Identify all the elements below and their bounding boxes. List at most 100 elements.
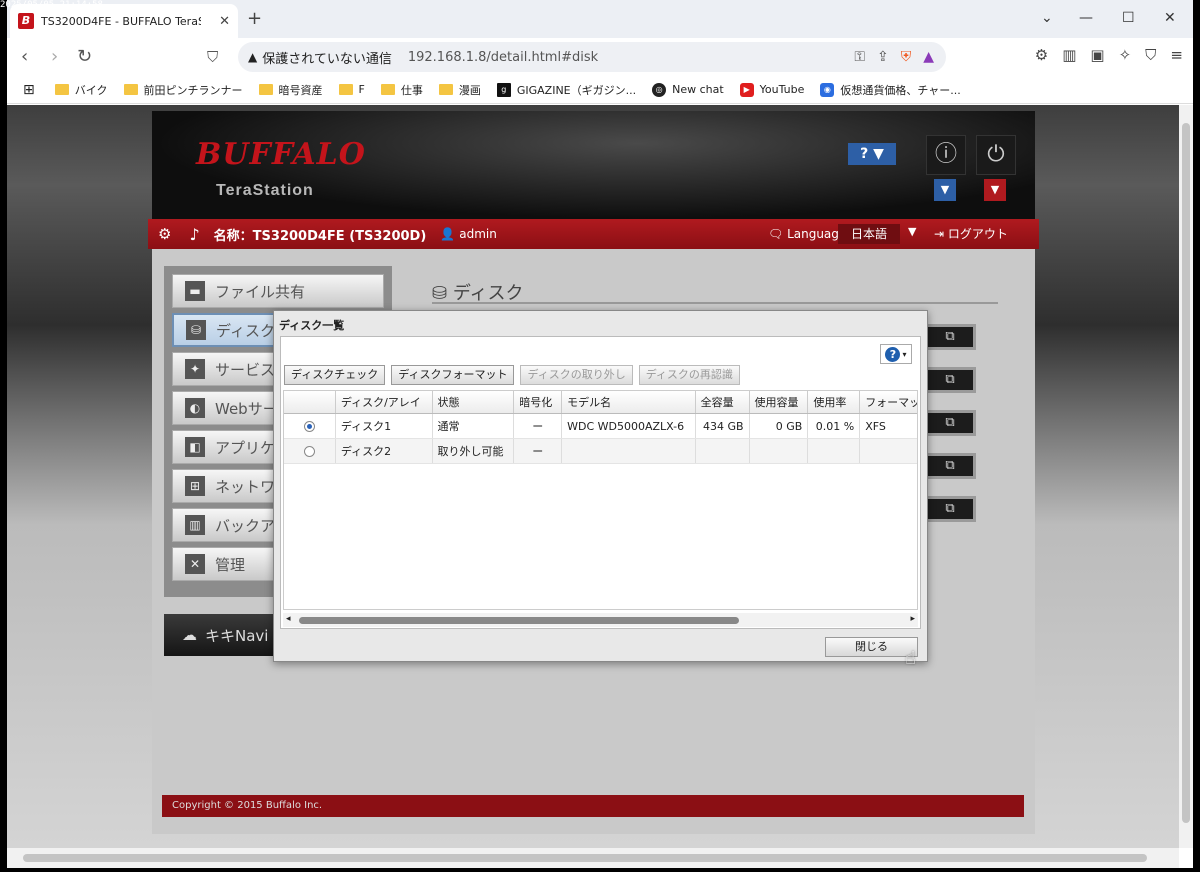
chevron-down-icon: ▾ <box>902 349 907 359</box>
reload-icon[interactable]: ↻ <box>77 46 92 67</box>
apps-icon[interactable]: ⊞ <box>23 82 35 98</box>
scrollbar-thumb[interactable] <box>1182 123 1190 823</box>
bookmark-folder[interactable]: 暗号資産 <box>258 82 323 98</box>
info-icon[interactable]: ⓘ <box>926 135 966 175</box>
bookmark-folder[interactable]: F <box>338 83 365 96</box>
bookmark-label: 前田ピンチランナー <box>143 83 243 97</box>
radio-button[interactable] <box>303 420 315 432</box>
bookmark-link[interactable]: ◎ New chat <box>652 82 724 97</box>
column-header[interactable]: 使用率 <box>808 391 861 413</box>
folder-icon: ▬ <box>185 281 205 301</box>
bookmark-link[interactable]: ▶ YouTube <box>739 82 805 97</box>
open-detail-icon[interactable]: ⧉ <box>924 453 976 479</box>
youtube-icon: ▶ <box>739 82 754 97</box>
column-header[interactable]: 暗号化 <box>514 391 563 413</box>
power-dropdown-button[interactable]: ▼ <box>984 179 1006 201</box>
logout-button[interactable]: ⇥ ログアウト <box>934 225 1008 242</box>
sidebar-item-file-share[interactable]: ▬ ファイル共有 <box>172 274 384 308</box>
sidebar-icon[interactable]: ▥ <box>1062 46 1076 64</box>
column-header[interactable]: フォーマット <box>860 391 917 413</box>
row-select-cell <box>284 439 336 463</box>
close-tab-icon[interactable]: ✕ <box>219 14 230 29</box>
bookmark-folder[interactable]: 前田ピンチランナー <box>123 82 243 98</box>
bookmark-label: 暗号資産 <box>278 83 323 97</box>
close-window-icon[interactable]: ✕ <box>1164 10 1176 26</box>
rewards-icon[interactable]: ▲ <box>923 49 934 65</box>
disk-remove-button[interactable]: ディスクの取り外し <box>520 365 633 385</box>
bookmark-folder[interactable]: 仕事 <box>380 82 423 98</box>
terastation-logo: TeraStation <box>216 182 314 199</box>
radio-button[interactable] <box>303 445 315 457</box>
url-bar[interactable]: ▲ 保護されていない通信 192.168.1.8/detail.html#dis… <box>238 42 946 72</box>
disk-check-button[interactable]: ディスクチェック <box>284 365 386 385</box>
info-dropdown-button[interactable]: ▼ <box>934 179 956 201</box>
column-header[interactable]: 使用容量 <box>750 391 809 413</box>
minimize-icon[interactable]: — <box>1079 10 1093 26</box>
page-viewport: BUFFALO TeraStation ? ▼ ⓘ ⏻ ▼ ▼ ⚙ ♪ 名称：T… <box>7 105 1179 848</box>
open-detail-icon[interactable]: ⧉ <box>924 496 976 522</box>
network-icon: ⊞ <box>185 476 205 496</box>
maximize-icon[interactable]: ☐ <box>1122 10 1135 26</box>
format-cell <box>860 439 917 463</box>
column-header[interactable]: 状態 <box>433 391 515 413</box>
wallet-icon[interactable]: ▣ <box>1090 46 1104 64</box>
settings-gear-icon[interactable]: ⚙ <box>158 225 171 243</box>
brave-shield-icon[interactable]: ⛨ <box>901 49 912 65</box>
open-detail-icon[interactable]: ⧉ <box>924 324 976 350</box>
folder-icon <box>380 84 395 95</box>
scroll-right-icon[interactable]: ▸ <box>910 614 915 624</box>
power-icon[interactable]: ⏻ <box>976 135 1016 175</box>
help-label: ? <box>860 146 869 162</box>
status-cell: 通常 <box>433 414 515 438</box>
status-cell: 取り外し可能 <box>433 439 515 463</box>
menu-icon[interactable]: ≡ <box>1170 46 1183 64</box>
bookmark-label: YouTube <box>759 83 805 96</box>
bookmark-folder[interactable]: 漫画 <box>438 82 481 98</box>
table-row[interactable]: ディスク2 取り外し可能 ー <box>284 439 917 464</box>
disk-format-button[interactable]: ディスクフォーマット <box>391 365 515 385</box>
language-select[interactable]: 日本語 <box>838 224 900 244</box>
extensions-icon[interactable]: ⚙ <box>1035 46 1048 64</box>
format-cell: XFS <box>865 419 886 433</box>
music-note-icon[interactable]: ♪ <box>189 225 199 244</box>
url-text[interactable]: 192.168.1.8/detail.html#disk <box>408 50 598 65</box>
scrollbar-thumb[interactable] <box>299 617 739 624</box>
table-header: ディスク/アレイ 状態 暗号化 モデル名 全容量 使用容量 使用率 フォーマット <box>284 391 917 414</box>
bookmark-label: 漫画 <box>458 83 481 97</box>
leo-ai-icon[interactable]: ✧ <box>1119 46 1132 64</box>
scroll-left-icon[interactable]: ◂ <box>286 614 291 624</box>
dialog-title: ディスク一覧 <box>279 319 345 332</box>
forward-icon[interactable]: › <box>51 46 58 67</box>
page-vertical-scrollbar[interactable] <box>1179 105 1193 848</box>
column-header[interactable]: モデル名 <box>562 391 696 413</box>
bookmark-link[interactable]: g GIGAZINE（ギガジン... <box>496 82 636 98</box>
key-icon[interactable]: ⚿ <box>854 49 865 65</box>
bookmark-icon[interactable]: ⛉ <box>207 48 218 66</box>
column-header[interactable]: 全容量 <box>696 391 750 413</box>
bookmark-folder[interactable]: バイク <box>54 82 108 98</box>
help-button[interactable]: ? ▾ <box>880 344 912 364</box>
chevron-down-icon[interactable]: ▼ <box>908 225 916 238</box>
warning-icon: ▲ <box>248 50 258 64</box>
select-column-header <box>284 391 336 413</box>
vpn-icon[interactable]: ⛉ <box>1145 46 1156 64</box>
tab-search-icon[interactable]: ⌄ <box>1041 10 1053 26</box>
column-header[interactable]: ディスク/アレイ <box>336 391 433 413</box>
new-tab-icon[interactable]: + <box>247 8 262 29</box>
table-horizontal-scrollbar[interactable]: ◂ ▸ <box>283 613 918 627</box>
help-menu-button[interactable]: ? ▼ <box>848 143 896 165</box>
total-cell <box>696 439 750 463</box>
open-detail-icon[interactable]: ⧉ <box>924 367 976 393</box>
page-horizontal-scrollbar[interactable] <box>7 848 1179 868</box>
used-cell: 0 GB <box>750 414 809 438</box>
disk-rediscover-button[interactable]: ディスクの再認識 <box>638 365 740 385</box>
open-detail-icon[interactable]: ⧉ <box>924 410 976 436</box>
table-row[interactable]: ディスク1 通常 ー WDC WD5000AZLX-6 434 GB 0 GB … <box>284 414 917 439</box>
bookmark-label: 仕事 <box>400 83 423 97</box>
share-icon[interactable]: ⇪ <box>877 49 889 65</box>
tab-title: TS3200D4FE - BUFFALO TeraSta <box>41 14 201 28</box>
device-name: 名称：TS3200D4FE (TS3200D) <box>213 228 427 244</box>
back-icon[interactable]: ‹ <box>21 46 28 67</box>
scrollbar-thumb[interactable] <box>23 854 1147 862</box>
bookmark-link[interactable]: ◉ 仮想通貨価格、チャー... <box>820 82 961 98</box>
